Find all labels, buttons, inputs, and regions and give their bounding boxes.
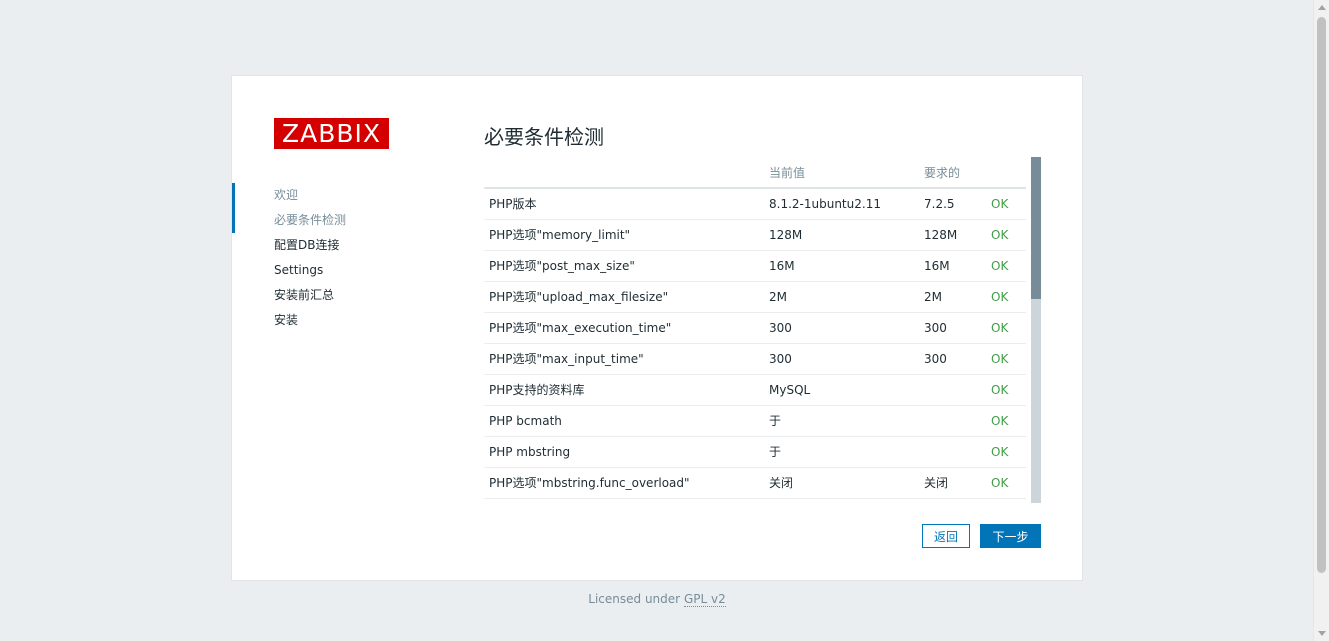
current-step-indicator xyxy=(232,183,235,233)
row-required: 300 xyxy=(919,343,986,375)
table-row: PHP选项"max_execution_time" 300 300 OK xyxy=(484,312,1026,344)
row-required: 128M xyxy=(919,219,986,251)
license-text: Licensed under xyxy=(588,592,681,606)
row-result: OK xyxy=(986,436,1026,468)
column-header-result xyxy=(986,157,1026,189)
table-scrollbar-thumb[interactable] xyxy=(1031,157,1041,299)
row-required: 关闭 xyxy=(919,467,986,499)
step-welcome: 欢迎 xyxy=(274,188,299,202)
table-row: PHP mbstring 于 OK xyxy=(484,436,1026,468)
row-current: 8.1.2-1ubuntu2.11 xyxy=(764,188,919,220)
page-scrollbar[interactable] xyxy=(1313,0,1329,641)
zabbix-logo: ZABBIX xyxy=(274,118,389,149)
step-pre-install-summary: 安装前汇总 xyxy=(274,288,335,302)
column-header-current: 当前值 xyxy=(764,157,919,189)
table-row: PHP支持的资料库 MySQL OK xyxy=(484,374,1026,406)
row-required: 16M xyxy=(919,250,986,282)
row-name: PHP选项"max_input_time" xyxy=(484,343,764,375)
table-row: PHP版本 8.1.2-1ubuntu2.11 7.2.5 OK xyxy=(484,188,1026,220)
row-result: OK xyxy=(986,405,1026,437)
step-db-connection: 配置DB连接 xyxy=(274,238,340,252)
row-result: OK xyxy=(986,467,1026,499)
row-current: MySQL xyxy=(764,374,919,406)
row-required xyxy=(919,374,986,406)
row-result: OK xyxy=(986,219,1026,251)
row-result: OK xyxy=(986,250,1026,282)
scroll-up-arrow-icon[interactable] xyxy=(1318,5,1326,10)
row-name: PHP mbstring xyxy=(484,436,764,468)
page-title: 必要条件检测 xyxy=(484,125,604,149)
prerequisites-table-container: 当前值 要求的 PHP版本 8.1.2-1ubuntu2.11 7.2.5 OK… xyxy=(484,157,1041,503)
row-name: PHP bcmath xyxy=(484,405,764,437)
row-name: PHP选项"memory_limit" xyxy=(484,219,764,251)
row-current: 300 xyxy=(764,312,919,344)
prerequisites-table: 当前值 要求的 PHP版本 8.1.2-1ubuntu2.11 7.2.5 OK… xyxy=(484,157,1026,499)
row-required: 7.2.5 xyxy=(919,188,986,220)
row-result: OK xyxy=(986,312,1026,344)
row-current: 于 xyxy=(764,436,919,468)
row-required xyxy=(919,405,986,437)
setup-steps-list: 欢迎 必要条件检测 配置DB连接 Settings 安装前汇总 安装 xyxy=(274,186,346,336)
column-header-required: 要求的 xyxy=(919,157,986,189)
row-current: 128M xyxy=(764,219,919,251)
row-current: 于 xyxy=(764,405,919,437)
setup-card: ZABBIX 欢迎 必要条件检测 配置DB连接 Settings 安装前汇总 安… xyxy=(231,75,1083,581)
row-result: OK xyxy=(986,343,1026,375)
row-name: PHP版本 xyxy=(484,188,764,220)
back-button[interactable]: 返回 xyxy=(922,524,970,548)
gpl-license-link[interactable]: GPL v2 xyxy=(683,592,726,607)
row-required: 300 xyxy=(919,312,986,344)
row-name: PHP选项"max_execution_time" xyxy=(484,312,764,344)
table-row: PHP bcmath 于 OK xyxy=(484,405,1026,437)
column-header-name xyxy=(484,157,764,189)
row-result: OK xyxy=(986,374,1026,406)
step-settings: Settings xyxy=(274,263,324,277)
row-current: 16M xyxy=(764,250,919,282)
row-required xyxy=(919,436,986,468)
row-result: OK xyxy=(986,188,1026,220)
step-prerequisites: 必要条件检测 xyxy=(274,213,347,227)
table-row: PHP选项"mbstring.func_overload" 关闭 关闭 OK xyxy=(484,467,1026,499)
row-result: OK xyxy=(986,281,1026,313)
row-current: 关闭 xyxy=(764,467,919,499)
next-step-button[interactable]: 下一步 xyxy=(980,524,1041,548)
scroll-down-arrow-icon[interactable] xyxy=(1318,631,1326,636)
table-row: PHP选项"memory_limit" 128M 128M OK xyxy=(484,219,1026,251)
row-name: PHP选项"mbstring.func_overload" xyxy=(484,467,764,499)
table-row: PHP选项"upload_max_filesize" 2M 2M OK xyxy=(484,281,1026,313)
table-header-row: 当前值 要求的 xyxy=(484,157,1026,189)
table-scrollbar[interactable] xyxy=(1031,157,1041,503)
table-row: PHP选项"max_input_time" 300 300 OK xyxy=(484,343,1026,375)
row-required: 2M xyxy=(919,281,986,313)
row-current: 300 xyxy=(764,343,919,375)
table-row: PHP选项"post_max_size" 16M 16M OK xyxy=(484,250,1026,282)
row-name: PHP选项"upload_max_filesize" xyxy=(484,281,764,313)
footer: Licensed under GPL v2 xyxy=(0,592,1314,607)
row-name: PHP选项"post_max_size" xyxy=(484,250,764,282)
row-current: 2M xyxy=(764,281,919,313)
step-install: 安装 xyxy=(274,313,299,327)
page-scrollbar-thumb[interactable] xyxy=(1317,17,1326,573)
row-name: PHP支持的资料库 xyxy=(484,374,764,406)
